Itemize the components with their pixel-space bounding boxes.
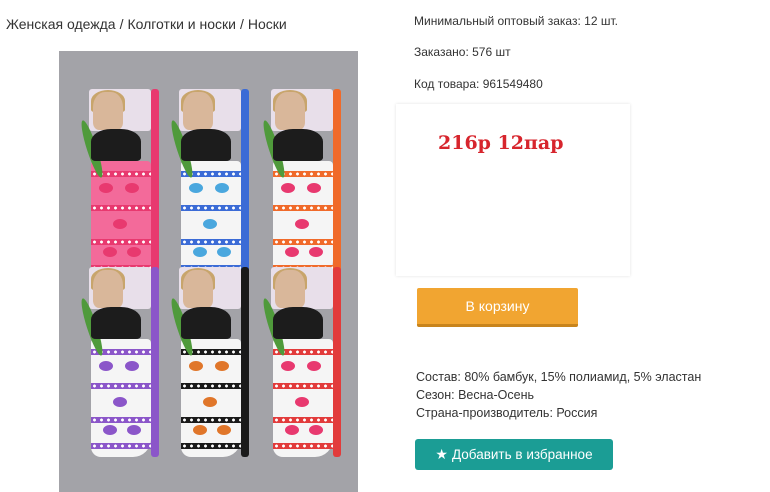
sock-pack (259, 267, 341, 465)
sock-pack (167, 267, 249, 465)
breadcrumb-link-womens-clothing[interactable]: Женская одежда (6, 16, 116, 32)
star-icon: ★ (435, 446, 448, 462)
breadcrumb: Женская одежда / Колготки и носки / Носки (6, 16, 287, 32)
sock-pack (77, 267, 159, 465)
season-text: Сезон: Весна-Осень (416, 388, 534, 402)
sock-pack (77, 89, 159, 287)
add-to-favorites-button[interactable]: ★ Добавить в избранное (415, 439, 613, 470)
price-label: 216р 12пар (438, 132, 564, 154)
add-to-cart-button[interactable]: В корзину (417, 288, 578, 327)
product-code-text: Код товара: 961549480 (414, 77, 543, 91)
breadcrumb-separator: / (239, 16, 244, 32)
price-box: 216р 12пар (396, 104, 630, 276)
country-text: Страна-производитель: Россия (416, 406, 598, 420)
sock-pack (167, 89, 249, 287)
breadcrumb-link-tights-socks[interactable]: Колготки и носки (127, 16, 236, 32)
min-order-text: Минимальный оптовый заказ: 12 шт. (414, 14, 618, 28)
add-to-favorites-label: Добавить в избранное (451, 447, 593, 462)
breadcrumb-link-socks[interactable]: Носки (248, 16, 287, 32)
sock-pack (259, 89, 341, 287)
breadcrumb-separator: / (119, 16, 124, 32)
composition-text: Состав: 80% бамбук, 15% полиамид, 5% эла… (416, 370, 702, 384)
ordered-count-text: Заказано: 576 шт (414, 45, 511, 59)
product-image[interactable] (59, 51, 358, 492)
